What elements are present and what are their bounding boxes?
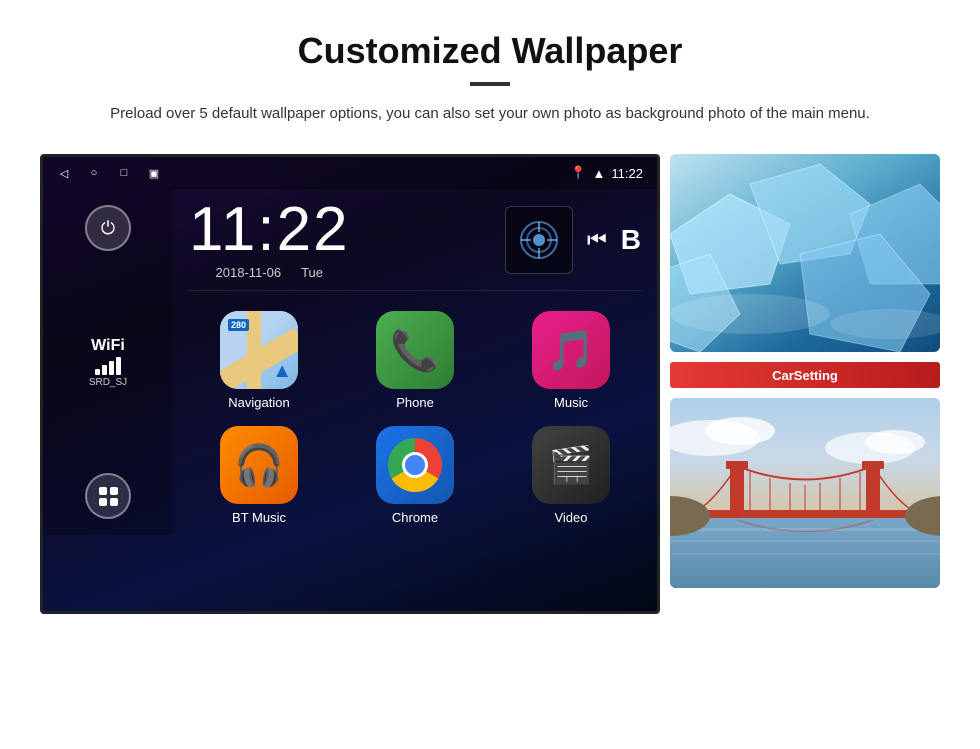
title-divider xyxy=(470,82,510,86)
music-app-label: Music xyxy=(554,395,588,410)
ice-wallpaper-bg xyxy=(670,154,940,352)
apps-grid-button[interactable] xyxy=(85,473,131,519)
wifi-bar-3 xyxy=(109,361,114,375)
power-icon: ⏻ xyxy=(101,218,115,239)
wifi-label: WiFi xyxy=(89,337,127,355)
app-item-phone[interactable]: 📞 Phone xyxy=(345,311,485,410)
bridge-wallpaper-bg xyxy=(670,398,940,588)
grid-dot xyxy=(99,498,107,506)
page-subtitle: Preload over 5 default wallpaper options… xyxy=(110,102,870,126)
location-icon: 📍 xyxy=(570,165,586,181)
android-screen: ◁ ○ □ ▣ 📍 ▲ 11:22 ⏻ WiFi xyxy=(40,154,660,614)
clock-time: 11:22 xyxy=(189,199,350,261)
nav-map-bg: 280 ▲ xyxy=(220,311,298,389)
navigation-app-icon: 280 ▲ xyxy=(220,311,298,389)
camera-nav-icon[interactable]: ▣ xyxy=(147,166,161,180)
app-grid: 280 ▲ Navigation 📞 Phone xyxy=(189,311,641,525)
wallpaper-thumb-ice[interactable] xyxy=(670,154,940,352)
wifi-bar-2 xyxy=(102,365,107,375)
left-sidebar: ⏻ WiFi SRD_SJ xyxy=(43,189,173,535)
app-item-navigation[interactable]: 280 ▲ Navigation xyxy=(189,311,329,410)
nav-arrow-icon: ▲ xyxy=(272,360,292,383)
app-item-chrome[interactable]: Chrome xyxy=(345,426,485,525)
video-app-icon: 🎬 xyxy=(532,426,610,504)
video-icon: 🎬 xyxy=(549,444,594,486)
wallpaper-thumb-bridge[interactable] xyxy=(670,398,940,588)
chrome-inner-circle xyxy=(402,452,428,478)
app-item-bt-music[interactable]: 🎧 BT Music xyxy=(189,426,329,525)
ice-scene-svg xyxy=(670,154,940,352)
cast-icon xyxy=(519,220,559,260)
music-app-icon: 🎵 xyxy=(532,311,610,389)
media-icon-wifi[interactable] xyxy=(505,206,573,274)
content-area: ◁ ○ □ ▣ 📍 ▲ 11:22 ⏻ WiFi xyxy=(40,154,940,614)
bt-music-app-icon: 🎧 xyxy=(220,426,298,504)
status-bar-left: ◁ ○ □ ▣ xyxy=(57,166,161,180)
clock-block: 11:22 2018-11-06 Tue xyxy=(189,199,350,280)
wifi-signal-icon: ▲ xyxy=(593,166,606,181)
clock-day-value: Tue xyxy=(301,265,323,280)
phone-app-label: Phone xyxy=(396,395,434,410)
nav-road-2 xyxy=(247,311,261,389)
video-app-label: Video xyxy=(554,510,587,525)
music-icon: 🎵 xyxy=(546,327,596,374)
wifi-bar-1 xyxy=(95,369,100,375)
prev-track-button[interactable]: ⏮ xyxy=(587,227,607,253)
center-content: 11:22 2018-11-06 Tue xyxy=(173,189,657,535)
android-body: ⏻ WiFi SRD_SJ xyxy=(43,189,657,535)
bridge-scene-svg xyxy=(670,398,940,588)
power-button[interactable]: ⏻ xyxy=(85,205,131,251)
wifi-ssid: SRD_SJ xyxy=(89,377,127,388)
grid-dot xyxy=(110,487,118,495)
bt-music-app-label: BT Music xyxy=(232,510,286,525)
phone-app-icon: 📞 xyxy=(376,311,454,389)
status-bar: ◁ ○ □ ▣ 📍 ▲ 11:22 xyxy=(43,157,657,189)
home-nav-icon[interactable]: ○ xyxy=(87,166,101,180)
grid-icon xyxy=(99,487,118,506)
clock-area: 11:22 2018-11-06 Tue xyxy=(189,199,641,291)
app-item-music[interactable]: 🎵 Music xyxy=(501,311,641,410)
chrome-app-label: Chrome xyxy=(392,510,438,525)
navigation-app-label: Navigation xyxy=(228,395,289,410)
chrome-outer-ring xyxy=(388,438,442,492)
phone-icon: 📞 xyxy=(390,327,440,374)
wifi-bars xyxy=(89,357,127,375)
carsetting-strip[interactable]: CarSetting xyxy=(670,362,940,388)
bluetooth-icon: 🎧 xyxy=(234,442,284,489)
wallpaper-column: CarSetting xyxy=(670,154,940,588)
status-time: 11:22 xyxy=(611,166,643,181)
recent-nav-icon[interactable]: □ xyxy=(117,166,131,180)
media-icons: ⏮ B xyxy=(505,206,641,274)
wifi-widget: WiFi SRD_SJ xyxy=(89,337,127,388)
next-track-initial[interactable]: B xyxy=(621,224,641,256)
status-bar-right: 📍 ▲ 11:22 xyxy=(570,165,643,181)
app-item-video[interactable]: 🎬 Video xyxy=(501,426,641,525)
grid-dot xyxy=(99,487,107,495)
nav-badge: 280 xyxy=(228,319,249,331)
clock-date: 2018-11-06 Tue xyxy=(189,265,350,280)
back-nav-icon[interactable]: ◁ xyxy=(57,166,71,180)
page-title: Customized Wallpaper xyxy=(298,30,683,72)
carsetting-label: CarSetting xyxy=(772,368,838,383)
wifi-bar-4 xyxy=(116,357,121,375)
chrome-app-icon xyxy=(376,426,454,504)
grid-dot xyxy=(110,498,118,506)
clock-date-value: 2018-11-06 xyxy=(216,265,282,280)
